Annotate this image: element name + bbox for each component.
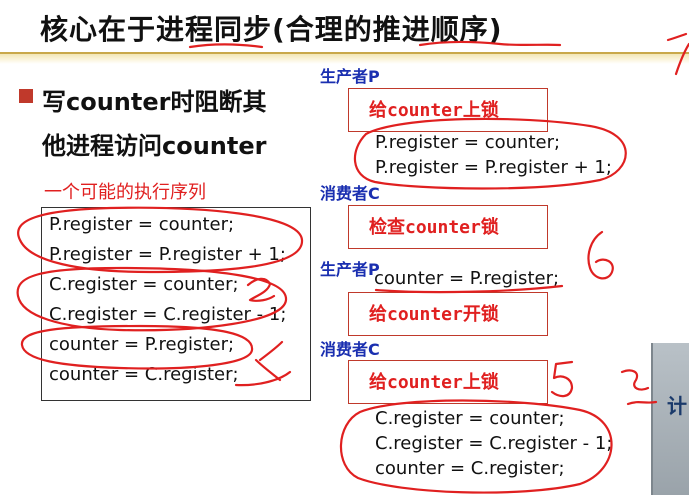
sequence-oval-3 [20, 324, 254, 370]
producer-code-2-underline [374, 284, 564, 294]
sequence-arrow [234, 340, 292, 387]
consumer-code-oval [339, 399, 613, 494]
number-6 [587, 230, 614, 280]
title-underline-2 [418, 40, 562, 47]
sequence-scribble [246, 277, 276, 302]
sequence-oval-1 [17, 206, 304, 274]
producer-code-oval [353, 117, 627, 190]
title-underline-1 [188, 43, 264, 49]
sequence-oval-2 [16, 266, 288, 332]
title-arrow [666, 32, 689, 76]
handwritten-annotations [16, 32, 689, 494]
scribble-5 [620, 369, 658, 406]
number-5 [550, 360, 574, 398]
